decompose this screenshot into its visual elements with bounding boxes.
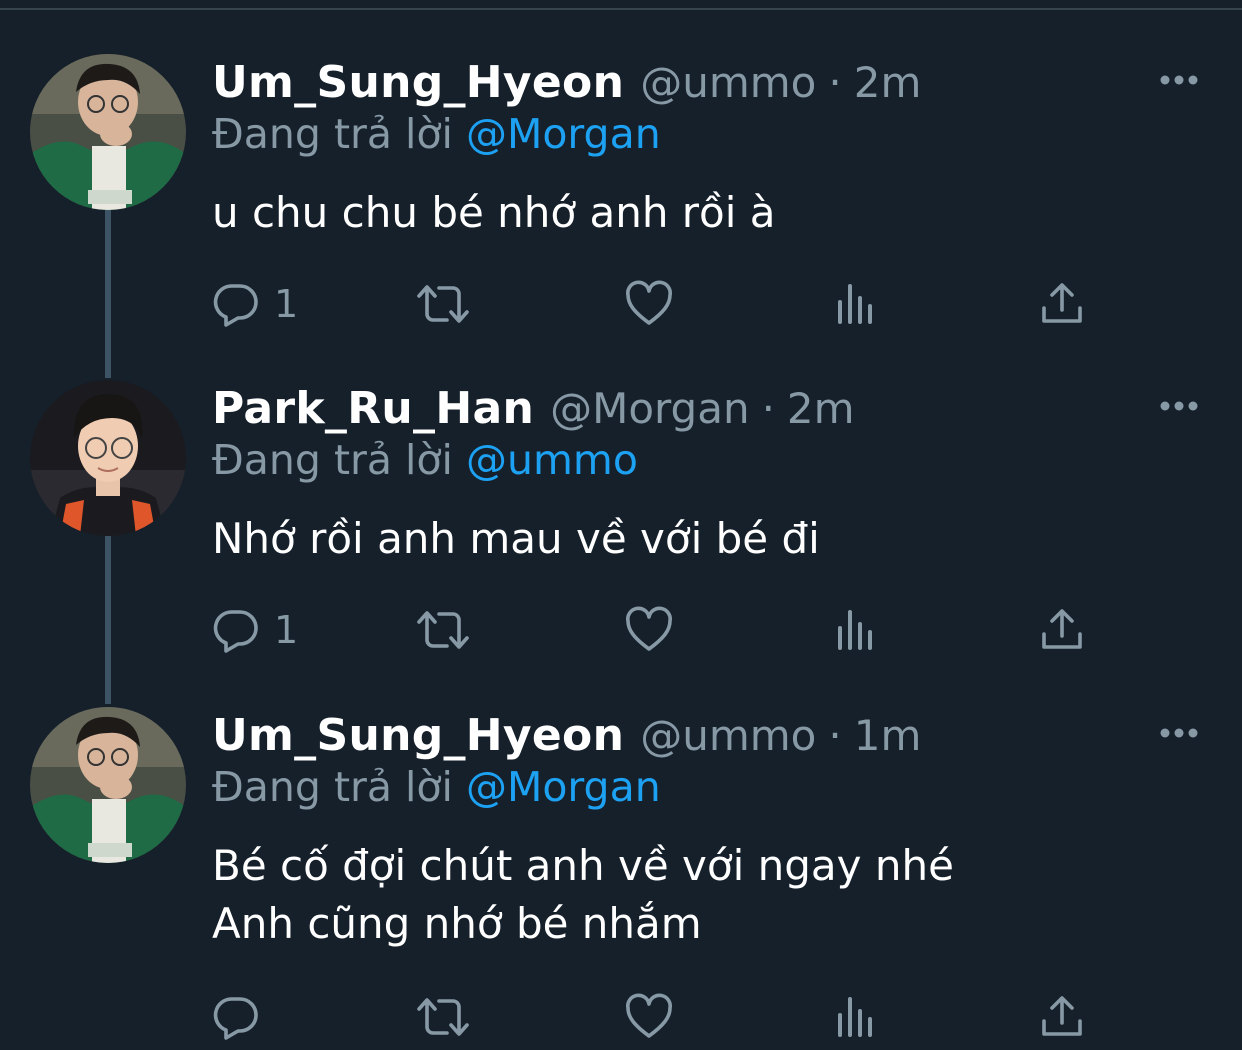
tweet-thread: Um_Sung_Hyeon @ummo · 2m Đang trả lời @M… bbox=[0, 0, 1242, 1050]
replying-to: Đang trả lời @Morgan bbox=[212, 763, 661, 811]
separator-dot: · bbox=[761, 383, 775, 433]
reply-button[interactable] bbox=[212, 989, 274, 1045]
like-button[interactable] bbox=[624, 602, 674, 658]
tweet-text: u chu chu bé nhớ anh rồi à bbox=[212, 188, 776, 237]
like-button[interactable] bbox=[624, 989, 674, 1045]
replying-to-mention[interactable]: @Morgan bbox=[466, 110, 661, 158]
replying-to-mention[interactable]: @Morgan bbox=[466, 763, 661, 811]
share-icon bbox=[1042, 609, 1082, 649]
replying-to-label: Đang trả lời bbox=[212, 763, 453, 811]
tweet-text-line: Anh cũng nhớ bé nhắm bbox=[212, 899, 702, 948]
tweet-text: Nhớ rồi anh mau về với bé đi bbox=[212, 514, 820, 563]
tweet-actions bbox=[212, 989, 1112, 1045]
replying-to: Đang trả lời @Morgan bbox=[212, 110, 661, 158]
stats-icon bbox=[838, 997, 872, 1037]
tweet-header: Um_Sung_Hyeon @ummo · 1m bbox=[212, 707, 921, 763]
tweet-actions: 1 bbox=[212, 276, 1112, 332]
avatar-photo-um-sung-hyeon bbox=[30, 54, 186, 210]
tweet[interactable]: Um_Sung_Hyeon @ummo · 2m Đang trả lời @M… bbox=[0, 54, 1242, 354]
stats-button[interactable] bbox=[834, 276, 878, 332]
stats-button[interactable] bbox=[834, 602, 878, 658]
tweet-text-line: Bé cố đợi chút anh về với ngay nhé bbox=[212, 841, 954, 890]
separator-dot: · bbox=[828, 710, 842, 760]
tweet[interactable]: Um_Sung_Hyeon @ummo · 1m Đang trả lời @M… bbox=[0, 707, 1242, 1050]
more-icon[interactable] bbox=[1158, 68, 1200, 92]
replying-to-label: Đang trả lời bbox=[212, 110, 453, 158]
retweet-button[interactable] bbox=[414, 989, 472, 1045]
stats-button[interactable] bbox=[834, 989, 878, 1045]
reply-icon bbox=[213, 610, 258, 653]
stats-icon bbox=[838, 284, 872, 324]
timestamp[interactable]: 2m bbox=[787, 384, 855, 433]
reply-icon bbox=[213, 284, 258, 327]
tweet[interactable]: Park_Ru_Han @Morgan · 2m Đang trả lời @u… bbox=[0, 380, 1242, 680]
like-button[interactable] bbox=[624, 276, 674, 332]
reply-count: 1 bbox=[274, 282, 299, 326]
replying-to-mention[interactable]: @ummo bbox=[466, 436, 638, 484]
replying-to-label: Đang trả lời bbox=[212, 436, 453, 484]
user-handle[interactable]: @ummo bbox=[640, 711, 816, 760]
like-icon bbox=[626, 993, 672, 1038]
retweet-icon bbox=[417, 285, 469, 323]
replying-to: Đang trả lời @ummo bbox=[212, 436, 638, 484]
like-icon bbox=[626, 280, 672, 325]
display-name[interactable]: Park_Ru_Han bbox=[212, 383, 534, 434]
stats-icon bbox=[838, 610, 872, 650]
share-icon bbox=[1042, 996, 1082, 1036]
share-button[interactable] bbox=[1040, 602, 1084, 658]
avatar[interactable] bbox=[30, 707, 186, 863]
timestamp[interactable]: 2m bbox=[854, 58, 922, 107]
tweet-actions: 1 bbox=[212, 602, 1112, 658]
display-name[interactable]: Um_Sung_Hyeon bbox=[212, 57, 624, 108]
share-icon bbox=[1042, 283, 1082, 323]
user-handle[interactable]: @Morgan bbox=[550, 384, 749, 433]
user-handle[interactable]: @ummo bbox=[640, 58, 816, 107]
retweet-icon bbox=[417, 611, 469, 649]
reply-count: 1 bbox=[274, 608, 299, 652]
avatar-photo-um-sung-hyeon bbox=[30, 707, 186, 863]
retweet-button[interactable] bbox=[414, 276, 472, 332]
tweet-header: Um_Sung_Hyeon @ummo · 2m bbox=[212, 54, 921, 110]
more-icon[interactable] bbox=[1158, 721, 1200, 745]
retweet-button[interactable] bbox=[414, 602, 472, 658]
retweet-icon bbox=[417, 998, 469, 1036]
more-icon[interactable] bbox=[1158, 394, 1200, 418]
like-icon bbox=[626, 606, 672, 651]
avatar[interactable] bbox=[30, 380, 186, 536]
share-button[interactable] bbox=[1040, 276, 1084, 332]
share-button[interactable] bbox=[1040, 989, 1084, 1045]
timestamp[interactable]: 1m bbox=[854, 711, 922, 760]
display-name[interactable]: Um_Sung_Hyeon bbox=[212, 710, 624, 761]
reply-icon bbox=[213, 997, 258, 1040]
avatar[interactable] bbox=[30, 54, 186, 210]
avatar-photo-park-ru-han bbox=[30, 380, 186, 536]
separator-dot: · bbox=[828, 57, 842, 107]
tweet-header: Park_Ru_Han @Morgan · 2m bbox=[212, 380, 855, 436]
reply-button[interactable]: 1 bbox=[212, 276, 298, 332]
reply-button[interactable]: 1 bbox=[212, 602, 298, 658]
